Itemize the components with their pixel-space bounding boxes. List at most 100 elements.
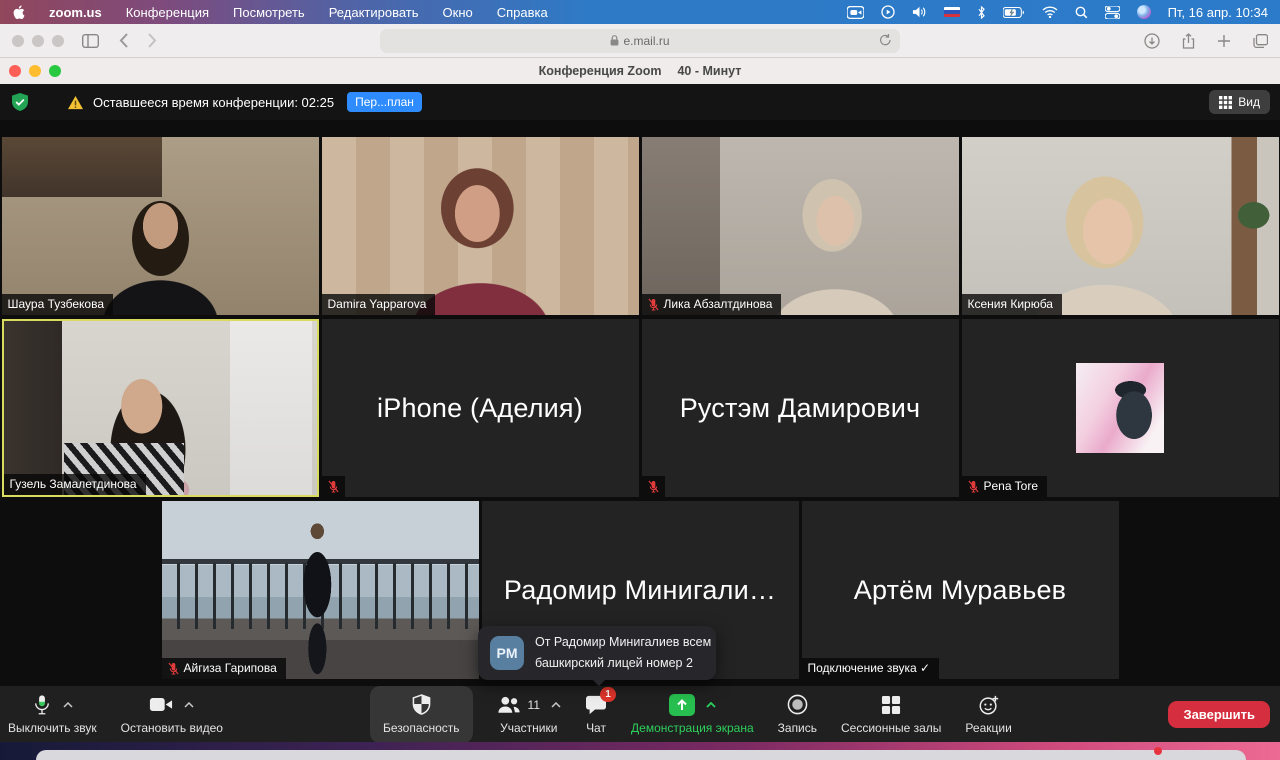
participant-name-label: Damira Yapparova: [322, 294, 436, 315]
safari-minimize-button[interactable]: [32, 35, 44, 47]
participant-name-label: Айгиза Гарипова: [162, 658, 286, 679]
status-text: Подключение звука ✓: [808, 661, 931, 675]
menu-edit[interactable]: Редактировать: [329, 5, 419, 20]
participant-name: Айгиза Гарипова: [184, 661, 277, 675]
siri-icon[interactable]: [1137, 5, 1151, 19]
menubar-status-area: Пт, 16 апр. 10:34: [847, 5, 1268, 20]
breakout-rooms-label: Сессионные залы: [841, 721, 941, 735]
chat-label: Чат: [586, 721, 606, 735]
language-flag-icon[interactable]: [944, 7, 960, 17]
time-remaining-text: Оставшееся время конференции: 02:25: [93, 95, 334, 110]
background-window-edge[interactable]: [36, 750, 1246, 760]
mute-button[interactable]: Выключить звук: [8, 692, 97, 735]
menu-help[interactable]: Справка: [497, 5, 548, 20]
volume-icon[interactable]: [912, 6, 927, 18]
control-center-icon[interactable]: [1105, 6, 1120, 19]
chat-message: От Радомир Минигалиев всем башкирский ли…: [535, 632, 711, 675]
muted-mic-icon: [642, 476, 665, 497]
record-label: Запись: [778, 721, 817, 735]
view-button-label: Вид: [1238, 95, 1260, 109]
new-tab-icon[interactable]: [1217, 34, 1231, 48]
reactions-label: Реакции: [965, 721, 1011, 735]
breakout-rooms-button[interactable]: Сессионные залы: [841, 692, 941, 735]
address-bar[interactable]: e.mail.ru: [380, 29, 900, 53]
apple-logo-icon[interactable]: [12, 5, 25, 20]
encryption-shield-icon[interactable]: [10, 92, 30, 112]
chat-notification-popup[interactable]: PM От Радомир Минигалиев всем башкирский…: [478, 626, 716, 680]
video-tile-aygiza[interactable]: Айгиза Гарипова: [162, 501, 479, 679]
macos-menubar: zoom.us Конференция Посмотреть Редактиро…: [0, 0, 1280, 24]
record-button[interactable]: Запись: [778, 692, 817, 735]
participants-count: 11: [528, 698, 540, 712]
upgrade-plan-button[interactable]: Пер...план: [347, 92, 422, 112]
participant-name: Шаура Тузбекова: [8, 297, 105, 311]
participant-name: Рустэм Дамирович: [680, 393, 921, 424]
video-camera-icon: [149, 696, 173, 713]
video-tile-pena[interactable]: Pena Tore: [962, 319, 1279, 497]
participant-name: Damira Yapparova: [328, 297, 427, 311]
back-icon[interactable]: [119, 33, 128, 48]
chat-button[interactable]: 1 Чат: [585, 692, 607, 735]
share-screen-icon: [669, 694, 695, 716]
joining-audio-status-label: Подключение звука ✓: [802, 658, 940, 679]
video-tile-damira[interactable]: Damira Yapparova: [322, 137, 639, 315]
participant-name: Артём Муравьев: [854, 575, 1066, 606]
share-screen-button[interactable]: Демонстрация экрана: [631, 692, 754, 735]
chat-message-header: От Радомир Минигалиев всем: [535, 632, 711, 653]
share-options-chevron[interactable]: [706, 702, 716, 708]
video-tile-lika[interactable]: Лика Абзалтдинова: [642, 137, 959, 315]
participants-label: Участники: [500, 721, 557, 735]
participant-name: Pena Tore: [984, 479, 1039, 493]
video-options-chevron[interactable]: [184, 702, 194, 708]
bluetooth-icon[interactable]: [977, 6, 986, 19]
toolbar-center-group: Безопасность 11 Участники: [370, 692, 1012, 743]
stop-video-button[interactable]: Остановить видео: [121, 692, 223, 735]
share-icon[interactable]: [1182, 33, 1195, 49]
mute-options-chevron[interactable]: [63, 702, 73, 708]
reload-icon[interactable]: [879, 33, 892, 47]
video-tile-rustem[interactable]: Рустэм Дамирович: [642, 319, 959, 497]
window-title-suffix: 40 - Минут: [677, 64, 741, 78]
forward-icon[interactable]: [148, 33, 157, 48]
meeting-info-bar: Оставшееся время конференции: 02:25 Пер.…: [0, 84, 1280, 120]
menu-window[interactable]: Окно: [443, 5, 473, 20]
menubar-app-name[interactable]: zoom.us: [49, 5, 102, 20]
participants-icon: [497, 695, 521, 714]
view-button[interactable]: Вид: [1209, 90, 1270, 114]
muted-mic-icon: [168, 662, 179, 675]
spotlight-search-icon[interactable]: [1075, 6, 1088, 19]
chat-message-body: башкирский лицей номер 2: [535, 653, 711, 674]
menubar-clock[interactable]: Пт, 16 апр. 10:34: [1168, 5, 1268, 20]
video-tile-guzel-active-speaker[interactable]: Гузель Замалетдинова: [2, 319, 319, 497]
sidebar-toggle-icon[interactable]: [82, 34, 99, 48]
video-tile-ksenia[interactable]: Ксения Кирюба: [962, 137, 1279, 315]
address-url: e.mail.ru: [623, 34, 669, 48]
security-shield-icon: [412, 694, 431, 716]
zoom-camera-status-icon[interactable]: [847, 6, 864, 19]
desktop-wallpaper-strip: [0, 742, 1280, 760]
menu-view[interactable]: Посмотреть: [233, 5, 305, 20]
battery-icon[interactable]: [1003, 7, 1025, 18]
participants-button[interactable]: 11 Участники: [497, 692, 561, 735]
safari-zoom-button[interactable]: [52, 35, 64, 47]
security-button[interactable]: Безопасность: [370, 686, 473, 743]
video-tile-shaura[interactable]: Шаура Тузбекова: [2, 137, 319, 315]
safari-close-button[interactable]: [12, 35, 24, 47]
video-tile-artem[interactable]: Артём Муравьев Подключение звука ✓: [802, 501, 1119, 679]
participants-options-chevron[interactable]: [551, 702, 561, 708]
warning-triangle-icon: [67, 95, 84, 110]
downloads-icon[interactable]: [1144, 33, 1160, 49]
participant-name-label: Гузель Замалетдинова: [4, 474, 146, 495]
menu-conference[interactable]: Конференция: [126, 5, 209, 20]
microphone-icon: [32, 693, 52, 717]
reactions-button[interactable]: Реакции: [965, 692, 1011, 735]
participant-name-label: Лика Абзалтдинова: [642, 294, 782, 315]
muted-mic-icon: [322, 476, 345, 497]
tab-overview-icon[interactable]: [1253, 34, 1268, 48]
end-meeting-button[interactable]: Завершить: [1168, 701, 1270, 728]
video-tile-iphone-adelia[interactable]: iPhone (Аделия): [322, 319, 639, 497]
screen-mirroring-icon[interactable]: [881, 5, 895, 19]
security-label: Безопасность: [383, 721, 460, 735]
wifi-icon[interactable]: [1042, 6, 1058, 18]
participant-name-label: Шаура Тузбекова: [2, 294, 114, 315]
